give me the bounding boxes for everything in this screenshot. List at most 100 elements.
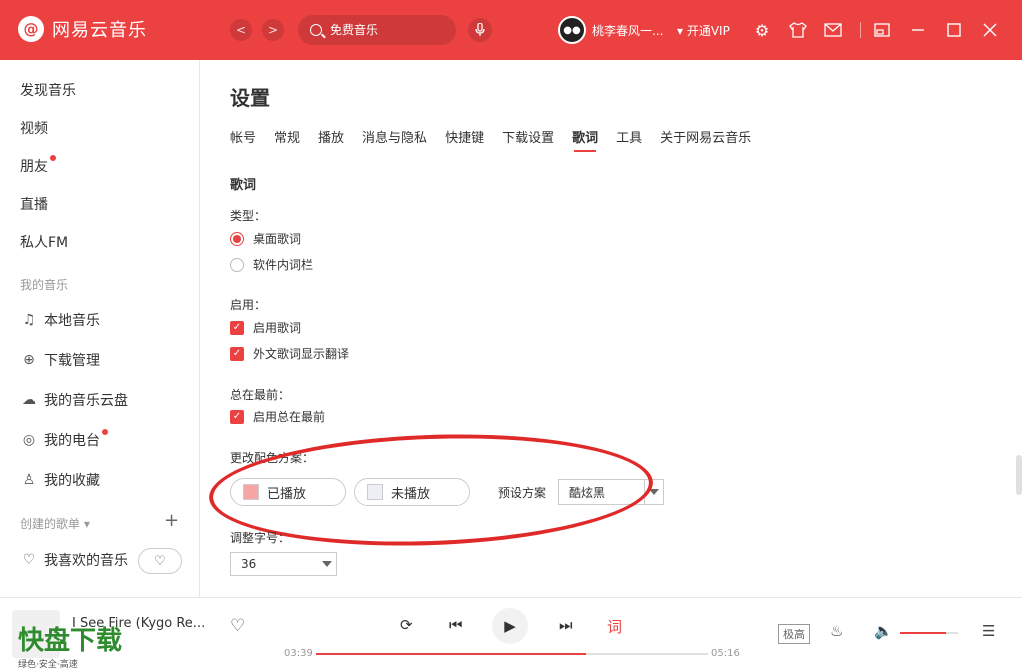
settings-panel: 设置 帐号 常规 播放 消息与隐私 快捷键 下载设置 歌词 工具 关于网易云音乐… [201,60,1022,597]
tab-shortcuts[interactable]: 快捷键 [445,127,484,152]
search-icon [310,24,322,36]
tab-lyrics[interactable]: 歌词 [572,127,598,152]
translate-lyrics-option[interactable]: ✓ 外文歌词显示翻译 [230,345,349,362]
add-playlist-icon[interactable]: + [164,510,179,531]
tab-download[interactable]: 下载设置 [502,127,554,152]
radio-selected[interactable] [230,231,244,246]
page-title: 设置 [230,86,270,110]
desktop-lyrics-option[interactable]: 桌面歌词 [230,230,301,247]
preset-label: 预设方案 [498,486,547,500]
forward-button[interactable]: > [262,19,284,41]
avatar[interactable]: ●● [558,16,586,44]
preset-select[interactable]: 酷炫黑 [558,479,664,505]
sidebar-item-local-music[interactable]: ♫ 本地音乐 [20,310,100,330]
quality-button[interactable]: 极高 [778,624,810,644]
volume-icon[interactable]: 🔈 [874,622,893,640]
volume-slider[interactable] [900,632,958,634]
sidebar-item-cloud[interactable]: ☁ 我的音乐云盘 [20,390,128,410]
user-icon: ♙ [22,472,36,488]
cloud-icon: ☁ [22,392,36,408]
tab-play[interactable]: 播放 [318,127,344,152]
maximize-icon[interactable] [944,20,964,40]
watermark-logo: 快盘下载 绿色·安全·高速 [18,626,123,670]
tab-account[interactable]: 帐号 [230,127,256,152]
type-label: 类型： [230,209,267,223]
total-time: 05:16 [711,648,740,659]
heartbeat-mode-button[interactable]: ♡ [138,548,182,574]
volume-fill [900,632,947,634]
checkbox-checked[interactable]: ✓ [230,320,244,335]
always-on-top-option[interactable]: ✓ 启用总在最前 [230,408,325,425]
netease-logo-icon: @ [18,16,44,42]
mini-mode-icon[interactable] [872,20,892,40]
enable-label: 启用： [230,298,267,312]
settings-icon[interactable]: ⚙ [752,20,772,40]
mail-icon[interactable] [823,20,843,40]
always-on-top-label: 总在最前： [230,388,291,402]
font-size-select[interactable]: 36 [230,552,337,576]
current-time: 03:39 [284,648,313,659]
progress-fill [316,653,587,655]
mic-icon[interactable] [468,18,492,42]
scrollbar[interactable] [1016,455,1022,495]
dropdown-icon: ▾ [83,517,90,531]
previous-icon[interactable]: ⏮ [449,616,463,634]
enable-lyrics-option[interactable]: ✓ 启用歌词 [230,319,301,336]
close-icon[interactable] [980,20,1000,40]
unplayed-swatch [367,484,383,500]
radio-unselected[interactable] [230,257,244,272]
app-logo[interactable]: @ 网易云音乐 [18,16,147,42]
color-scheme-label: 更改配色方案： [230,451,315,465]
play-icon: ▶ [504,617,516,635]
tab-privacy[interactable]: 消息与隐私 [362,127,427,152]
chevron-down-icon [322,561,332,567]
unplayed-color-button[interactable]: 未播放 [354,478,470,506]
heart-icon: ♡ [22,552,36,568]
played-color-button[interactable]: 已播放 [230,478,346,506]
checkbox-checked[interactable]: ✓ [230,346,244,361]
play-button[interactable]: ▶ [492,608,528,644]
tab-tools[interactable]: 工具 [616,127,642,152]
checkbox-checked[interactable]: ✓ [230,409,244,424]
minimize-icon[interactable] [908,20,928,40]
sidebar-item-radio[interactable]: ◎ 我的电台 [20,429,108,450]
music-note-icon: ♫ [22,312,36,328]
sidebar-item-live[interactable]: 直播 [20,194,48,214]
played-swatch [243,484,259,500]
like-icon[interactable]: ♡ [230,616,245,636]
chevron-down-icon [649,489,659,495]
vip-button[interactable]: ▾ 开通VIP [677,22,730,39]
next-icon[interactable]: ⏭ [559,616,573,634]
tab-about[interactable]: 关于网易云音乐 [660,127,751,152]
sidebar-item-video[interactable]: 视频 [20,118,48,138]
inapp-lyrics-option[interactable]: 软件内词栏 [230,256,313,273]
top-bar: @ 网易云音乐 < > ●● 桃李春风一... ▾ 开通VIP ⚙ [0,0,1022,60]
my-music-heading: 我的音乐 [20,278,69,292]
sidebar-item-liked[interactable]: ♡ 我喜欢的音乐 [20,550,128,570]
dropdown-icon: ▾ [677,24,687,38]
username[interactable]: 桃李春风一... [592,22,663,39]
sidebar-item-collection[interactable]: ♙ 我的收藏 [20,470,100,490]
notification-dot [50,155,56,161]
playlist-icon[interactable]: ☰ [982,622,995,640]
tab-general[interactable]: 常规 [274,127,300,152]
sidebar-item-discover[interactable]: 发现音乐 [20,80,76,100]
back-button[interactable]: < [230,19,252,41]
sound-effect-icon[interactable]: ♨ [830,622,843,640]
download-icon: ⊕ [23,352,35,368]
sidebar-item-fm[interactable]: 私人FM [20,232,68,252]
created-playlists-heading[interactable]: 创建的歌单 ▾ [20,515,90,532]
sidebar-item-downloads[interactable]: ⊕ 下载管理 [20,350,100,370]
sidebar: 发现音乐 视频 朋友 直播 私人FM 我的音乐 ♫ 本地音乐 ⊕ 下载管理 ☁ 我的音… [0,60,200,597]
sidebar-item-friends[interactable]: 朋友 [20,155,56,176]
settings-tabs: 帐号 常规 播放 消息与隐私 快捷键 下载设置 歌词 工具 关于网易云音乐 [230,127,769,152]
progress-bar[interactable] [316,653,708,655]
skin-icon[interactable] [788,20,808,40]
section-title: 歌词 [230,178,257,193]
player-bar: I See Fire (Kygo Re... ♡ ⟳ ⏮ ▶ ⏭ 词 03:39… [0,597,1022,670]
search-box[interactable] [298,15,456,45]
loop-icon[interactable]: ⟳ [400,616,413,634]
search-input[interactable] [330,23,450,37]
lyrics-icon[interactable]: 词 [607,616,622,637]
divider [860,22,861,38]
